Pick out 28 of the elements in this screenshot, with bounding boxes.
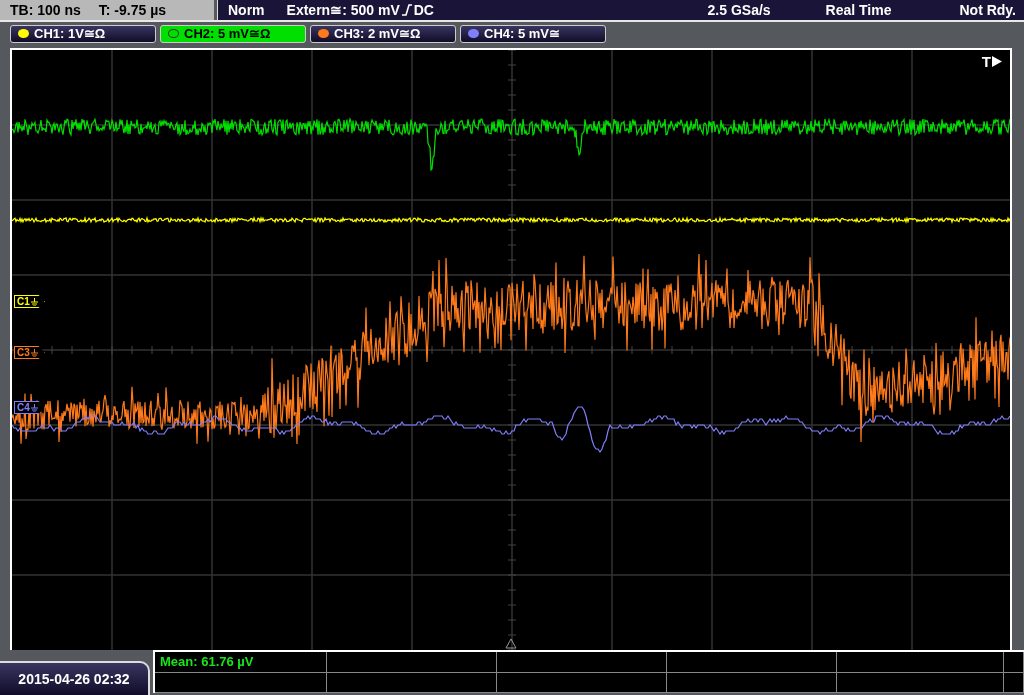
- ground-icon: [30, 297, 38, 306]
- measurement-cell: Mean: 61.76 µV: [155, 652, 327, 673]
- channel-marker[interactable]: C4: [14, 401, 45, 414]
- channel-tab[interactable]: CH4: 5 mV≅: [460, 24, 606, 43]
- table-cell: [1004, 672, 1024, 693]
- table-cell: [1004, 652, 1024, 673]
- rising-edge-icon: [400, 3, 413, 16]
- trigger-bar[interactable]: Norm Extern≅: 500 mV DC 2.5 GSa/s Real Time Not Rdy.: [217, 0, 1024, 20]
- channel-tab[interactable]: CH2: 5 mV≅Ω: [160, 24, 306, 43]
- acquisition-mode-label: Real Time: [825, 1, 892, 18]
- trigger-position-icon: [505, 638, 517, 649]
- trigger-time-label: T: -9.75 µs: [98, 1, 167, 18]
- trigger-marker: T: [981, 53, 991, 70]
- status-label: Not Rdy.: [959, 1, 1016, 18]
- channel-marker[interactable]: C3: [14, 346, 45, 359]
- ground-icon: [30, 348, 38, 357]
- channel-tab[interactable]: CH3: 2 mV≅Ω: [310, 24, 456, 43]
- trigger-source-label: Extern≅: 500 mV: [286, 1, 400, 18]
- timebase-label: TB: 100 ns: [10, 1, 81, 18]
- timebase-panel[interactable]: TB: 100 ns T: -9.75 µs: [0, 0, 217, 20]
- date-time-display: 2015-04-26 02:32: [0, 661, 150, 695]
- play-arrow-icon: [992, 56, 1002, 67]
- ground-icon: [30, 403, 38, 412]
- channel-tab[interactable]: CH1: 1V≅Ω: [10, 24, 156, 43]
- trigger-mode-label: Norm: [228, 1, 265, 18]
- coupling-label: DC: [413, 1, 434, 18]
- channel-marker[interactable]: C1: [14, 295, 45, 308]
- sample-rate-label: 2.5 GSa/s: [707, 1, 771, 18]
